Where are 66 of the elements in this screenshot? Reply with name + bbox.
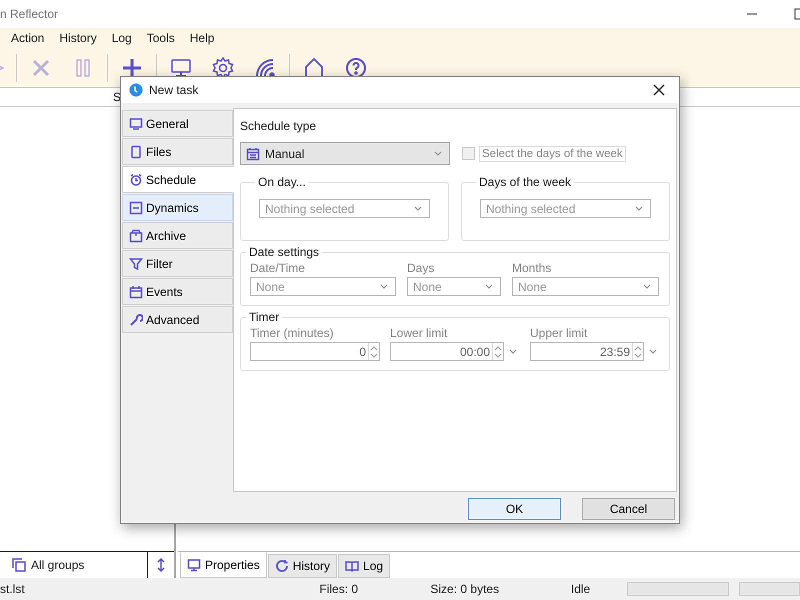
caret-icon — [485, 284, 493, 289]
field-label: Lower limit — [390, 326, 448, 340]
monitor-icon — [187, 558, 201, 572]
window-title: n Reflector — [0, 7, 58, 21]
group-name: All groups — [31, 558, 84, 572]
monitor-icon — [129, 116, 143, 130]
menu-item[interactable]: History — [59, 31, 97, 45]
tab[interactable]: Log — [338, 554, 390, 578]
wrench-icon — [129, 312, 143, 326]
ok-button[interactable]: OK — [468, 498, 561, 520]
up-down-arrows-icon — [369, 344, 379, 358]
minus-box-icon — [129, 200, 143, 214]
tab[interactable]: General — [122, 110, 233, 137]
group-title: Date settings — [248, 245, 320, 259]
tab[interactable]: Schedule — [122, 166, 234, 193]
copy-icon — [12, 558, 26, 572]
menu-item[interactable]: Help — [190, 31, 214, 45]
group-title: Timer — [248, 310, 280, 324]
status-files: Files: 0 — [319, 582, 360, 596]
dropdown[interactable]: Manual — [240, 142, 450, 165]
field-label: Upper limit — [530, 326, 588, 340]
tab[interactable]: Dynamics — [122, 194, 233, 221]
menu-item[interactable]: Tools — [146, 31, 175, 45]
book-icon — [345, 559, 360, 573]
up-down-arrow-icon — [156, 557, 166, 573]
status-state: Idle — [570, 582, 592, 596]
column-header[interactable]: S — [0, 90, 122, 104]
dialog-title: New task — [149, 83, 198, 97]
caret-icon — [414, 206, 422, 211]
field-label: Date/Time — [250, 261, 306, 275]
field-label: Timer (minutes) — [250, 326, 335, 340]
menu-item[interactable]: Log — [112, 31, 132, 45]
field-label: Schedule type — [240, 118, 318, 135]
tab[interactable]: History — [268, 554, 338, 578]
status-file: st.lst — [0, 582, 26, 596]
tab[interactable]: Archive — [122, 222, 233, 249]
box-icon — [129, 228, 143, 242]
field-label: Months — [512, 261, 552, 275]
caret-icon — [649, 349, 657, 354]
status-size: Size: 0 bytes — [430, 582, 500, 596]
caret-icon — [380, 284, 388, 289]
alarm-clock-icon — [129, 172, 143, 186]
caret-icon — [434, 151, 442, 156]
caret-icon — [643, 284, 651, 289]
cancel-button[interactable]: Cancel — [582, 498, 675, 520]
app-icon — [129, 83, 143, 97]
menu-item[interactable]: Action — [11, 31, 44, 45]
checkbox-label: Select the days of the week — [479, 146, 626, 162]
caret-icon — [635, 206, 643, 211]
tab[interactable]: Properties — [180, 552, 267, 578]
history-icon — [274, 559, 289, 573]
up-down-arrows-icon — [493, 344, 503, 358]
tab[interactable]: Events — [122, 278, 233, 305]
tab[interactable]: Filter — [122, 250, 233, 277]
group-title: Days of the week — [478, 175, 572, 189]
calendar-icon — [246, 146, 260, 160]
filter-icon — [129, 256, 143, 270]
group-title: On day... — [257, 175, 307, 189]
tab[interactable]: Files — [122, 138, 233, 165]
tab[interactable]: Advanced — [122, 306, 233, 333]
caret-icon — [509, 349, 517, 354]
calendar-icon — [129, 284, 143, 298]
up-down-arrows-icon — [633, 344, 643, 358]
field-label: Days — [407, 261, 436, 275]
close-icon — [653, 84, 665, 96]
page-icon — [129, 144, 143, 158]
